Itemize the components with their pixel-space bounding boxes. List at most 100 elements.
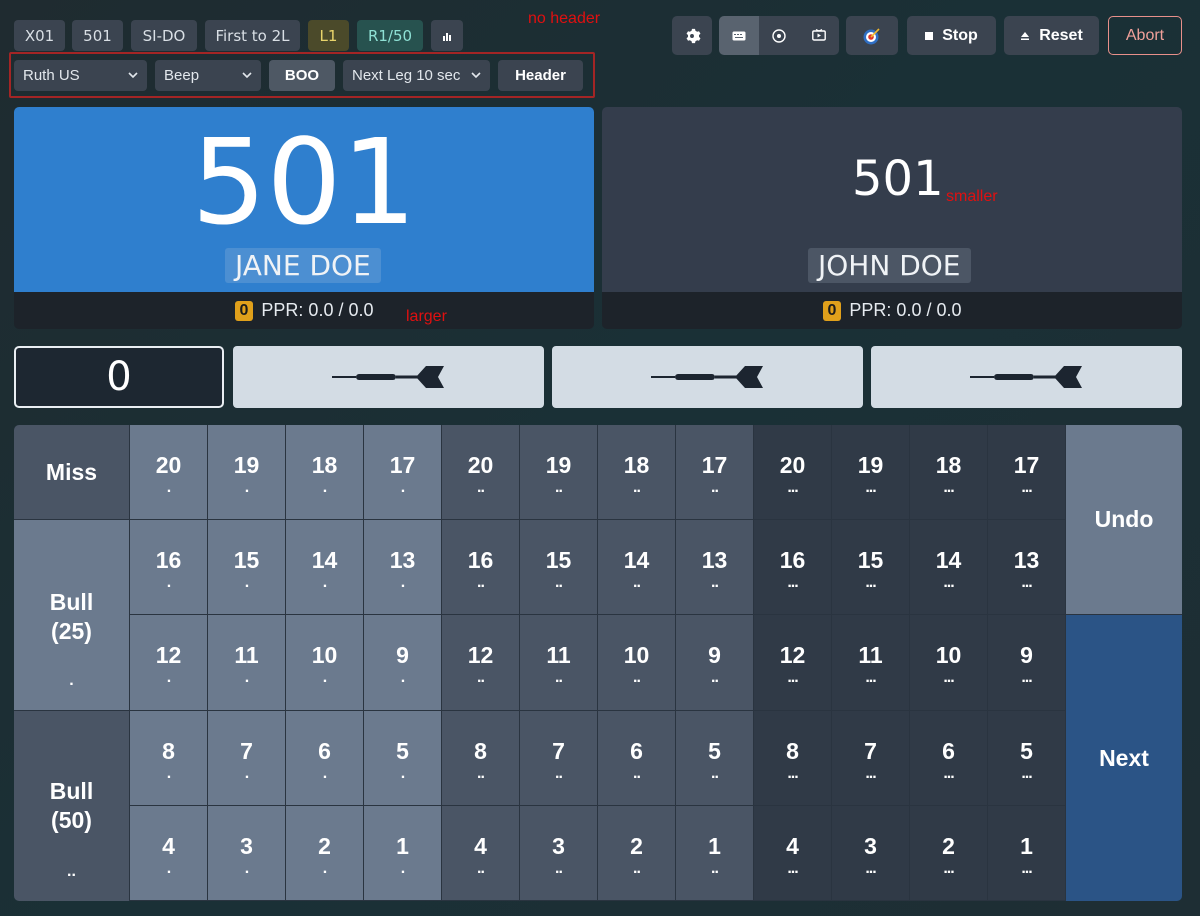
miss-button[interactable]: Miss (14, 425, 130, 520)
segment-button[interactable]: 9... (988, 615, 1066, 711)
multiplier-dots: ... (943, 478, 954, 496)
multiplier-dots: ... (787, 764, 798, 782)
match-format-chip[interactable]: First to 2L (205, 20, 300, 51)
score-input[interactable]: 0 (14, 346, 224, 408)
segment-button[interactable]: 9. (364, 615, 442, 711)
settings-button[interactable] (672, 16, 712, 55)
segment-button[interactable]: 7. (208, 711, 286, 806)
segment-button[interactable]: 5. (364, 711, 442, 806)
segment-button[interactable]: 14.. (598, 520, 676, 615)
segment-button[interactable]: 4. (130, 806, 208, 901)
segment-number: 12 (779, 642, 806, 668)
dart-slot-2[interactable] (552, 346, 863, 408)
segment-number: 13 (1013, 546, 1040, 573)
segment-button[interactable]: 20.. (442, 425, 520, 520)
bull-50-button[interactable]: Bull (50) .. (14, 711, 130, 901)
bull-50-dots: .. (67, 863, 76, 880)
segment-button[interactable]: 14... (910, 520, 988, 615)
segment-button[interactable]: 4.. (442, 806, 520, 901)
stop-button[interactable]: Stop (907, 16, 996, 55)
segment-button[interactable]: 15. (208, 520, 286, 615)
segment-button[interactable]: 12. (130, 615, 208, 711)
segment-button[interactable]: 9.. (676, 615, 754, 711)
segment-button[interactable]: 13.. (676, 520, 754, 615)
monitor-icon (812, 29, 826, 41)
next-leg-select[interactable]: Next Leg 10 sec (343, 60, 490, 91)
bar-chart-icon[interactable] (431, 20, 463, 51)
segment-button[interactable]: 20... (754, 425, 832, 520)
segment-number: 7 (552, 737, 565, 764)
segment-button[interactable]: 8... (754, 711, 832, 806)
segment-button[interactable]: 2.. (598, 806, 676, 901)
segment-button[interactable]: 17... (988, 425, 1066, 520)
segment-button[interactable]: 16.. (442, 520, 520, 615)
board-view-button[interactable] (759, 16, 799, 55)
undo-button[interactable]: Undo (1066, 425, 1182, 615)
segment-button[interactable]: 2... (910, 806, 988, 901)
segment-button[interactable]: 18. (286, 425, 364, 520)
segment-button[interactable]: 11... (832, 615, 910, 711)
segment-button[interactable]: 19... (832, 425, 910, 520)
segment-button[interactable]: 16. (130, 520, 208, 615)
next-button[interactable]: Next (1066, 615, 1182, 901)
segment-button[interactable]: 19. (208, 425, 286, 520)
stream-view-button[interactable] (799, 16, 839, 55)
segment-button[interactable]: 1.. (676, 806, 754, 901)
segment-button[interactable]: 19.. (520, 425, 598, 520)
game-type-chip[interactable]: X01 (14, 20, 65, 51)
segment-button[interactable]: 12.. (442, 615, 520, 711)
header-toggle-button[interactable]: Header (498, 60, 583, 91)
segment-button[interactable]: 16... (754, 520, 832, 615)
segment-button[interactable]: 3.. (520, 806, 598, 901)
reset-button[interactable]: Reset (1004, 16, 1099, 55)
start-score-chip[interactable]: 501 (72, 20, 123, 51)
segment-button[interactable]: 11.. (520, 615, 598, 711)
segment-button[interactable]: 14. (286, 520, 364, 615)
segment-button[interactable]: 7... (832, 711, 910, 806)
segment-button[interactable]: 13. (364, 520, 442, 615)
dart-slot-3[interactable] (871, 346, 1182, 408)
keyboard-view-button[interactable] (719, 16, 759, 55)
segment-button[interactable]: 5.. (676, 711, 754, 806)
segment-button[interactable]: 10... (910, 615, 988, 711)
bull-25-button[interactable]: Bull (25) . (14, 520, 130, 711)
segment-number: 20 (155, 451, 182, 478)
segment-button[interactable]: 7.. (520, 711, 598, 806)
segment-button[interactable]: 8.. (442, 711, 520, 806)
segment-button[interactable]: 18.. (598, 425, 676, 520)
segment-button[interactable]: 20. (130, 425, 208, 520)
dart-slot-1[interactable] (233, 346, 544, 408)
round-chip[interactable]: R1/50 (357, 20, 423, 51)
segment-button[interactable]: 6.. (598, 711, 676, 806)
segment-button[interactable]: 6... (910, 711, 988, 806)
voice-select[interactable]: Ruth US (14, 60, 147, 91)
dartboard-button[interactable] (846, 16, 898, 55)
segment-button[interactable]: 11. (208, 615, 286, 711)
segment-button[interactable]: 1... (988, 806, 1066, 901)
eject-icon (1021, 31, 1030, 40)
leg-chip[interactable]: L1 (308, 20, 349, 51)
segment-button[interactable]: 5... (988, 711, 1066, 806)
segment-button[interactable]: 12... (754, 615, 832, 711)
segment-number: 6 (630, 737, 643, 764)
segment-button[interactable]: 3... (832, 806, 910, 901)
segment-button[interactable]: 1. (364, 806, 442, 901)
sound-select[interactable]: Beep (155, 60, 261, 91)
segment-button[interactable]: 10. (286, 615, 364, 711)
segment-button[interactable]: 2. (286, 806, 364, 901)
segment-button[interactable]: 4... (754, 806, 832, 901)
segment-button[interactable]: 3. (208, 806, 286, 901)
segment-button[interactable]: 18... (910, 425, 988, 520)
segment-button[interactable]: 17. (364, 425, 442, 520)
segment-button[interactable]: 6. (286, 711, 364, 806)
in-out-chip[interactable]: SI-DO (131, 20, 197, 51)
segment-button[interactable]: 15.. (520, 520, 598, 615)
abort-button[interactable]: Abort (1108, 16, 1182, 55)
stop-label: Stop (942, 26, 978, 44)
segment-button[interactable]: 17.. (676, 425, 754, 520)
segment-button[interactable]: 8. (130, 711, 208, 806)
boo-button[interactable]: BOO (269, 60, 335, 91)
segment-button[interactable]: 13... (988, 520, 1066, 615)
segment-button[interactable]: 15... (832, 520, 910, 615)
segment-button[interactable]: 10.. (598, 615, 676, 711)
